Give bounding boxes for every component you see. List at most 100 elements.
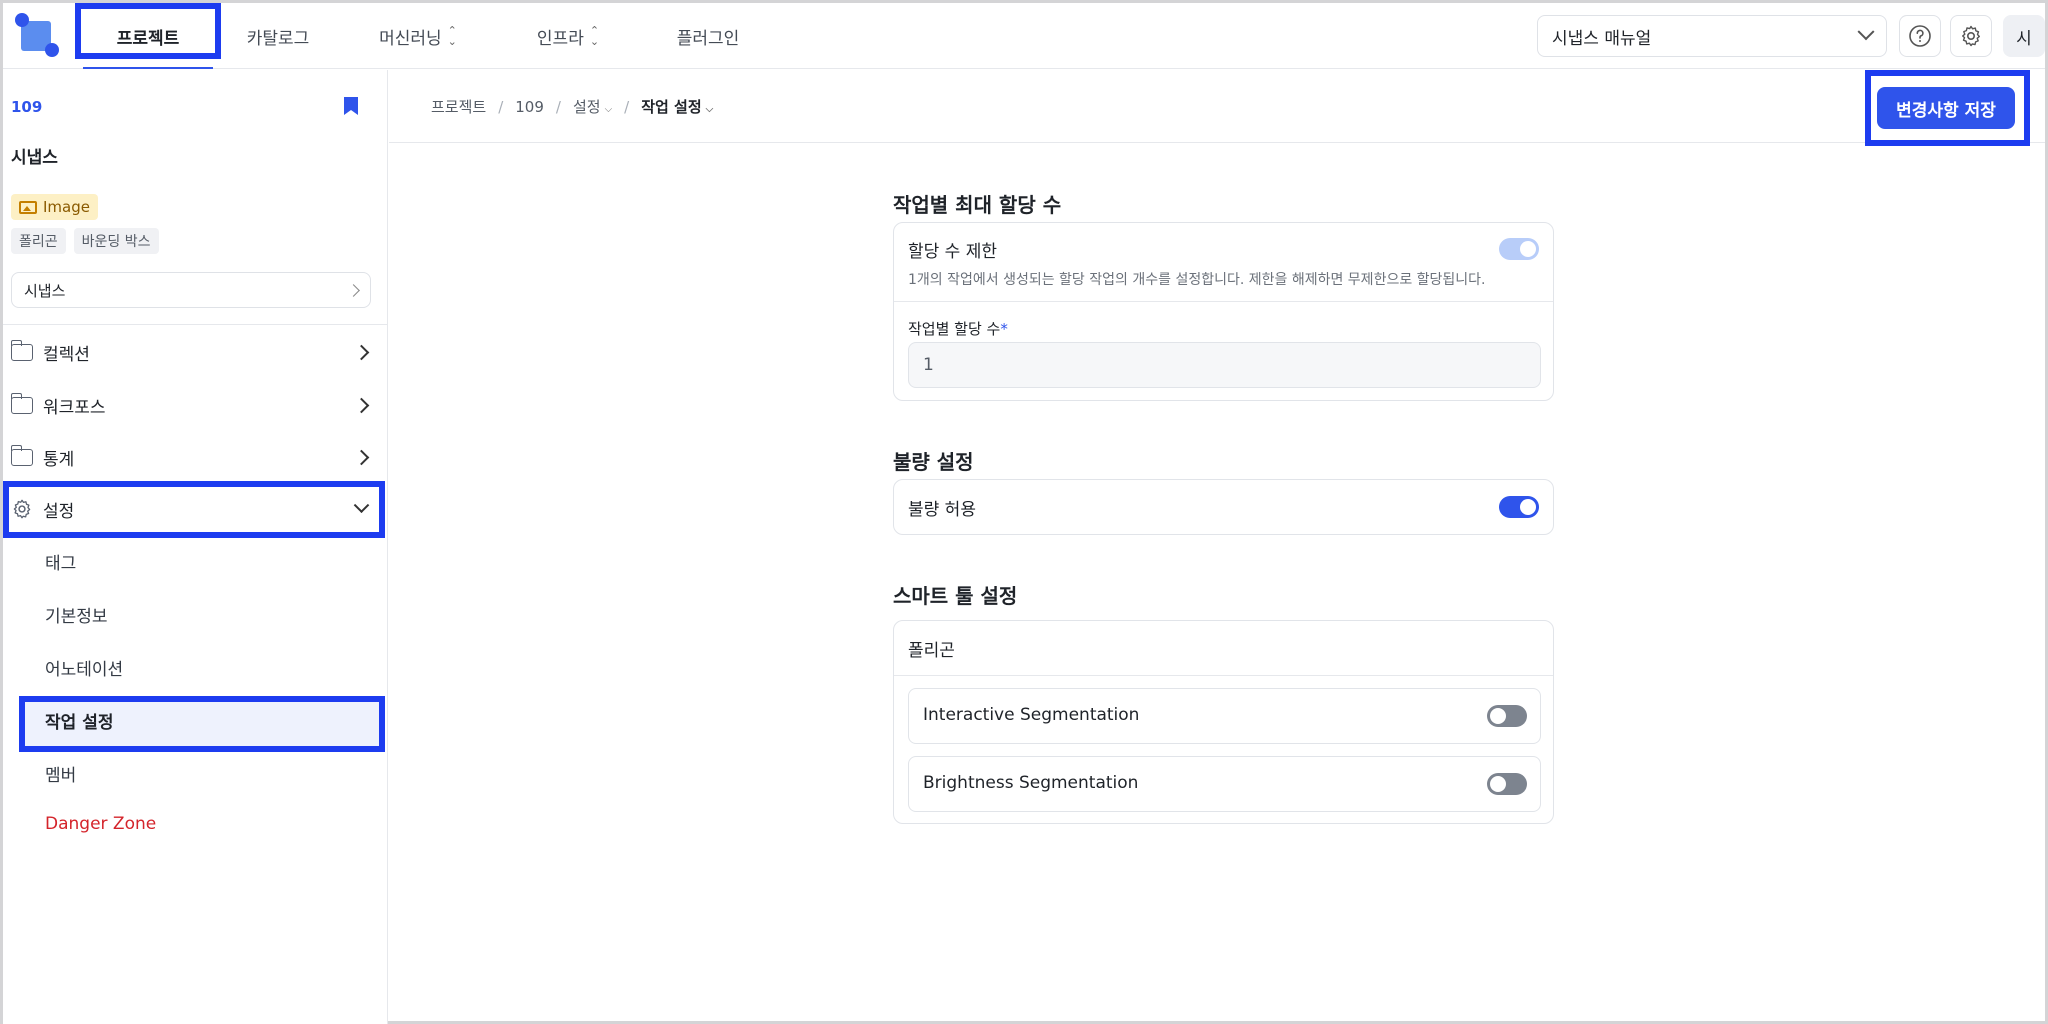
nav-tab-infra[interactable]: 인프라 ⌃ ⌄ bbox=[493, 3, 643, 69]
breadcrumb-current-dropdown[interactable]: 작업 설정 ⌵ bbox=[641, 96, 713, 117]
breadcrumb-item[interactable]: 프로젝트 bbox=[431, 96, 486, 117]
settings-sub-members[interactable]: 멤버 bbox=[45, 761, 76, 786]
workspace-select[interactable]: 시냅스 bbox=[11, 272, 371, 308]
nav-tab-label: 프로젝트 bbox=[116, 28, 180, 49]
chevron-down-icon bbox=[353, 496, 370, 513]
settings-button[interactable] bbox=[1950, 15, 1992, 57]
smart-tool-card: 폴리곤 Interactive Segmentation Brightness … bbox=[893, 620, 1554, 824]
sidebar: 109 시냅스 Image 폴리곤 바운딩 박스 시냅스 컬렉션 워크포스 통계… bbox=[3, 70, 388, 1024]
help-icon bbox=[1909, 25, 1931, 47]
help-button[interactable] bbox=[1899, 15, 1941, 57]
folder-icon bbox=[10, 339, 33, 361]
breadcrumb-separator: / bbox=[555, 97, 561, 116]
nav-tab-label: 카탈로그 bbox=[246, 28, 310, 49]
limit-description: 1개의 작업에서 생성되는 할당 작업의 개수를 설정합니다. 제한을 해제하면… bbox=[908, 272, 1486, 288]
project-name: 시냅스 bbox=[11, 148, 58, 168]
tag-chip: 바운딩 박스 bbox=[73, 228, 159, 254]
project-id: 109 bbox=[11, 98, 43, 116]
nav-tab-label: 인프라 bbox=[536, 28, 584, 49]
top-bar: 프로젝트 카탈로그 머신러닝 ⌃⌄ 인프라 ⌃⌄ 플러그인 시냅스 매뉴얼 bbox=[3, 3, 2045, 69]
bookmark-icon[interactable] bbox=[343, 96, 359, 116]
section-title-defect: 불량 설정 bbox=[893, 450, 974, 474]
folder-icon bbox=[10, 392, 33, 414]
chevron-down-icon bbox=[1857, 23, 1875, 41]
nav-tab-plugins[interactable]: 플러그인 bbox=[643, 3, 773, 69]
settings-sub-danger-zone[interactable]: Danger Zone bbox=[45, 814, 156, 834]
chevron-down-icon: ⌵ bbox=[705, 104, 714, 115]
divider bbox=[3, 324, 387, 325]
top-nav: 프로젝트 카탈로그 머신러닝 ⌃ ⌄ 인프라 ⌃ ⌄ 플러그인 bbox=[83, 3, 773, 69]
tool-label: Brightness Segmentation bbox=[923, 773, 1139, 793]
count-input-value: 1 bbox=[923, 355, 934, 375]
save-changes-button[interactable]: 변경사항 저장 bbox=[1877, 87, 2015, 129]
tag-chip: 폴리곤 bbox=[11, 228, 66, 254]
breadcrumb: 프로젝트 / 109 / 설정 ⌵ / 작업 설정 ⌵ bbox=[431, 96, 713, 117]
sidebar-item-workforce[interactable]: 워크포스 bbox=[10, 385, 373, 425]
required-mark: * bbox=[1000, 320, 1008, 338]
nav-tab-catalog[interactable]: 카탈로그 bbox=[213, 3, 343, 69]
section-title-max-assign: 작업별 최대 할당 수 bbox=[893, 193, 1062, 217]
sidebar-item-label: 컬렉션 bbox=[43, 344, 90, 365]
image-icon bbox=[19, 200, 37, 214]
breadcrumb-bar: 프로젝트 / 109 / 설정 ⌵ / 작업 설정 ⌵ bbox=[389, 70, 2045, 143]
breadcrumb-item-dropdown[interactable]: 설정 ⌵ bbox=[573, 96, 612, 117]
tool-row-brightness-segmentation: Brightness Segmentation bbox=[908, 756, 1541, 812]
brightness-segmentation-toggle[interactable] bbox=[1487, 773, 1527, 795]
type-badge-label: Image bbox=[43, 198, 90, 216]
nav-tab-label: 머신러닝 bbox=[379, 28, 442, 49]
manual-select-value: 시냅스 매뉴얼 bbox=[1552, 28, 1652, 49]
user-avatar[interactable]: 시 bbox=[2003, 15, 2045, 57]
section-title-smart-tool: 스마트 툴 설정 bbox=[893, 584, 1018, 608]
breadcrumb-item-label: 작업 설정 bbox=[641, 98, 702, 116]
avatar-initial: 시 bbox=[2016, 28, 2032, 49]
chevron-right-icon bbox=[353, 397, 370, 413]
app-logo[interactable] bbox=[13, 13, 61, 61]
sidebar-item-label: 설정 bbox=[43, 501, 75, 522]
nav-tab-machine-learning[interactable]: 머신러닝 ⌃ ⌄ bbox=[343, 3, 493, 69]
limit-toggle[interactable] bbox=[1499, 238, 1539, 260]
settings-sub-task-settings[interactable]: 작업 설정 bbox=[45, 708, 113, 733]
sidebar-item-label: 워크포스 bbox=[43, 397, 106, 418]
divider bbox=[894, 301, 1553, 302]
workspace-select-value: 시냅스 bbox=[24, 281, 66, 300]
tool-row-interactive-segmentation: Interactive Segmentation bbox=[908, 688, 1541, 744]
chevron-right-icon bbox=[353, 449, 370, 465]
count-label-text: 작업별 할당 수 bbox=[908, 320, 1001, 338]
settings-sub-annotation[interactable]: 어노테이션 bbox=[45, 655, 123, 680]
sidebar-item-statistics[interactable]: 통계 bbox=[10, 437, 373, 477]
app-window: 프로젝트 카탈로그 머신러닝 ⌃⌄ 인프라 ⌃⌄ 플러그인 시냅스 매뉴얼 bbox=[0, 0, 2048, 1024]
chevron-right-icon bbox=[347, 283, 360, 297]
gear-icon bbox=[1962, 25, 1980, 47]
count-label: 작업별 할당 수* bbox=[908, 318, 1008, 339]
interactive-segmentation-toggle[interactable] bbox=[1487, 705, 1527, 727]
allow-defect-label: 불량 허용 bbox=[908, 500, 976, 520]
expand-icon: ⌃ ⌄ bbox=[589, 24, 600, 48]
sidebar-item-label: 통계 bbox=[43, 449, 75, 470]
smart-tool-group-label: 폴리곤 bbox=[908, 641, 955, 661]
expand-icon: ⌃ ⌄ bbox=[447, 24, 457, 48]
type-badge: Image bbox=[11, 194, 98, 220]
breadcrumb-item-label: 설정 bbox=[572, 98, 601, 116]
chevron-right-icon bbox=[353, 344, 370, 360]
breadcrumb-item[interactable]: 109 bbox=[515, 98, 544, 116]
chevron-down-icon: ⌵ bbox=[604, 104, 613, 115]
max-assign-card: 할당 수 제한 1개의 작업에서 생성되는 할당 작업의 개수를 설정합니다. … bbox=[893, 222, 1554, 401]
breadcrumb-separator: / bbox=[498, 97, 504, 116]
allow-defect-toggle[interactable] bbox=[1499, 496, 1539, 518]
tool-label: Interactive Segmentation bbox=[923, 705, 1140, 725]
limit-label: 할당 수 제한 bbox=[908, 242, 998, 262]
manual-select[interactable]: 시냅스 매뉴얼 bbox=[1537, 15, 1887, 57]
nav-tab-label: 플러그인 bbox=[676, 28, 740, 49]
tag-list: 폴리곤 바운딩 박스 bbox=[11, 228, 159, 254]
nav-tab-projects[interactable]: 프로젝트 bbox=[83, 3, 213, 69]
folder-icon bbox=[10, 444, 33, 466]
sidebar-item-settings[interactable]: 설정 bbox=[11, 489, 373, 529]
count-input[interactable]: 1 bbox=[908, 342, 1541, 388]
settings-sub-basic-info[interactable]: 기본정보 bbox=[45, 602, 108, 627]
divider bbox=[894, 675, 1553, 676]
sidebar-item-collection[interactable]: 컬렉션 bbox=[10, 332, 373, 372]
gear-icon bbox=[13, 499, 31, 519]
defect-card: 불량 허용 bbox=[893, 479, 1554, 535]
settings-sub-tags[interactable]: 태그 bbox=[45, 549, 76, 574]
breadcrumb-separator: / bbox=[624, 97, 630, 116]
